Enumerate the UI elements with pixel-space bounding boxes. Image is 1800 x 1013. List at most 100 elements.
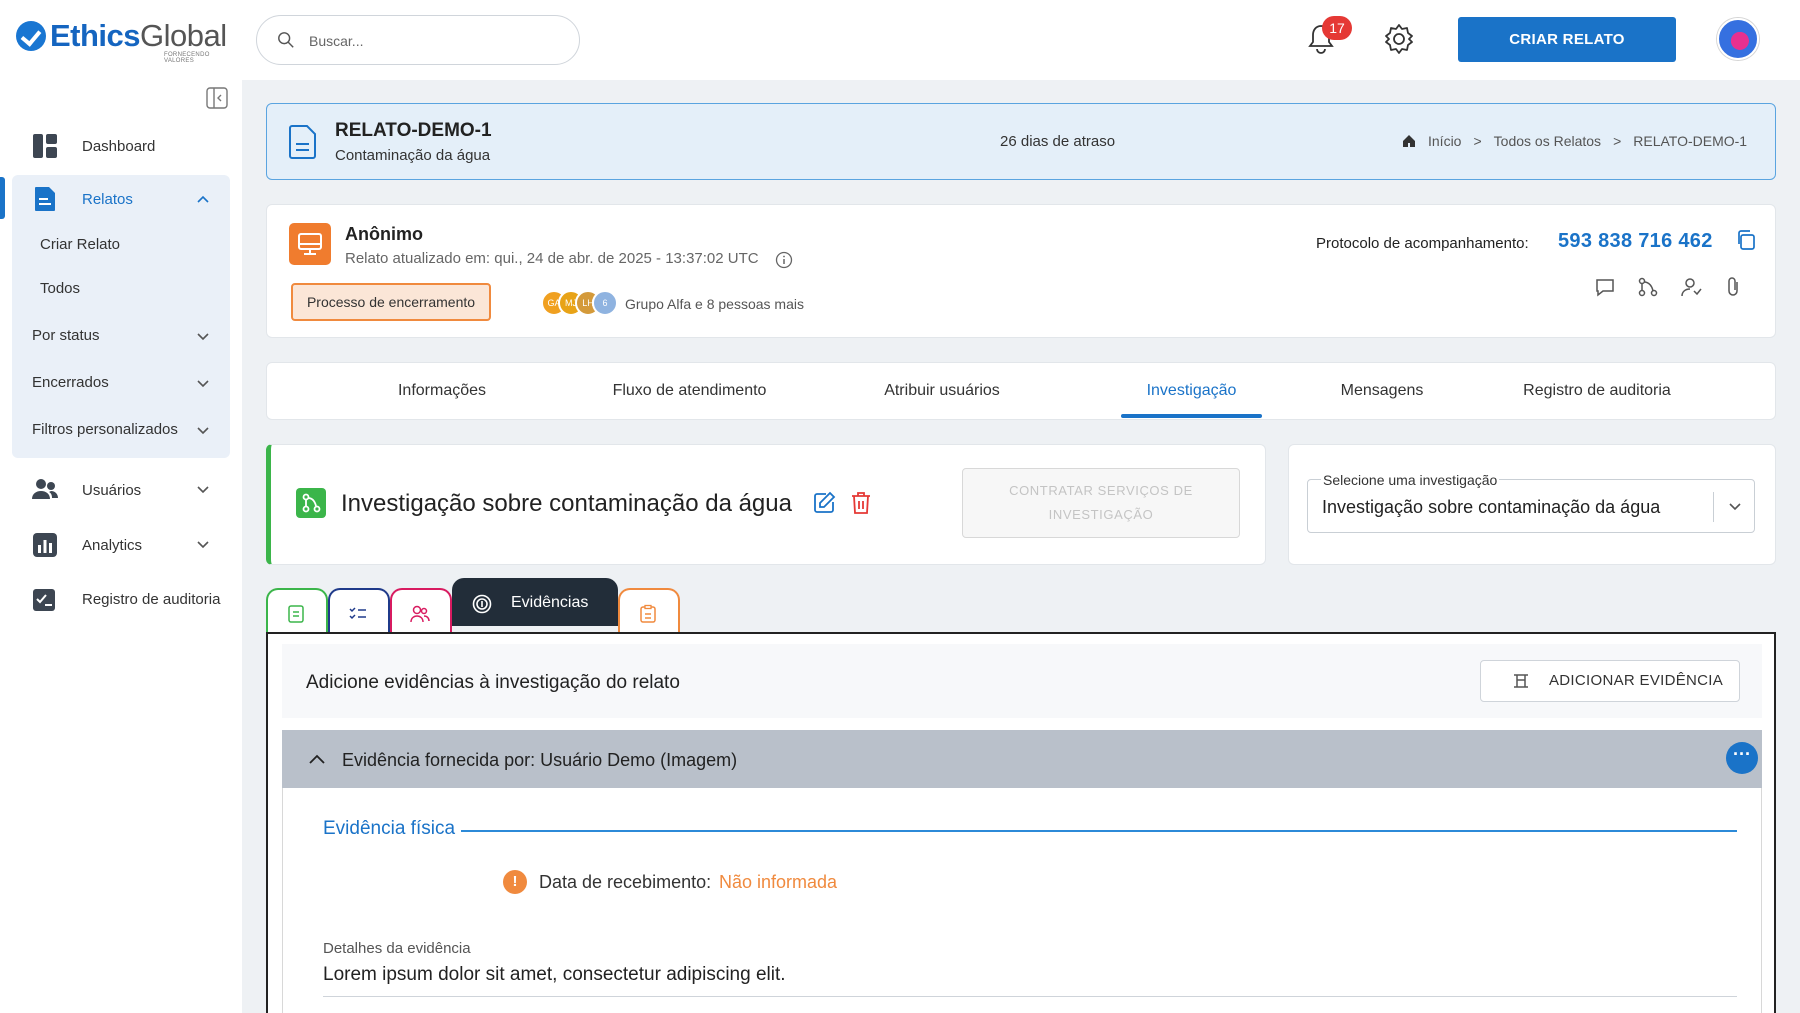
logo-tagline: FORNECENDO VALORES [164,52,210,64]
logo-text: EthicsGlobal [50,18,227,53]
add-evidence-label: ADICIONAR EVIDÊNCIA [1549,672,1724,689]
sidebar-item-create-report[interactable]: Criar Relato [40,236,120,253]
breadcrumb-current: RELATO-DEMO-1 [1633,133,1748,149]
reporter-card: Anônimo Relato atualizado em: qui., 24 d… [266,204,1776,338]
section-divider [461,830,1737,832]
clipboard-icon [640,604,656,623]
tab-investigacao[interactable]: Investigação [1121,363,1262,419]
report-tabs: Informações Fluxo de atendimento Atribui… [266,362,1776,420]
tab-informacoes[interactable]: Informações [347,363,537,419]
search-input[interactable] [309,28,559,54]
top-bar: EthicsGlobal FORNECENDO VALORES 17 CRIAR… [0,0,1800,80]
sidebar-item-dashboard[interactable]: Dashboard [0,124,242,168]
trash-icon[interactable] [850,491,872,515]
select-label: Selecione uma investigação [1321,472,1500,488]
analytics-icon [33,533,57,557]
sidebar-item-all[interactable]: Todos [40,280,80,297]
chevron-up-icon [197,195,209,203]
subtab-evidencias-label: Evidências [511,594,589,611]
chevron-down-icon [1729,503,1741,511]
details-value: Lorem ipsum dolor sit amet, consectetur … [323,964,786,985]
attachment-icon[interactable] [1723,276,1745,298]
tab-registro-auditoria[interactable]: Registro de auditoria [1497,363,1697,419]
protocol-value: 593 838 716 462 [1558,230,1713,252]
report-id: RELATO-DEMO-1 [335,120,492,141]
breadcrumb: Início > Todos os Relatos > RELATO-DEMO-… [1402,133,1747,149]
warning-icon: ! [503,870,527,894]
details-underline [323,996,1737,997]
chevron-down-icon [197,541,209,549]
dashboard-icon [33,134,57,158]
logo-check-icon [16,21,46,51]
user-avatar[interactable] [1717,18,1759,60]
subtab-people[interactable] [390,588,452,634]
investigation-select-card: Investigação sobre contaminação da água … [1288,444,1776,565]
more-options-icon[interactable]: ··· [1726,742,1758,774]
sidebar-group-by-status[interactable]: Por status [32,327,100,344]
workflow-icon[interactable] [1637,276,1659,298]
reports-icon [35,187,55,211]
sidebar-group-closed[interactable]: Encerrados [32,374,109,391]
protocol-label: Protocolo de acompanhamento: [1316,235,1529,252]
checklist-icon [349,607,366,620]
delay-text: 26 dias de atraso [1000,133,1116,150]
evidence-accordion-header[interactable]: Evidência fornecida por: Usuário Demo (I… [282,730,1762,788]
assignee-avatars[interactable]: GA MJ LH 6 [541,290,618,316]
details-label: Detalhes da evidência [323,940,471,957]
sidebar-label: Analytics [82,536,143,554]
breadcrumb-home[interactable]: Início [1428,133,1461,149]
chevron-up-icon[interactable] [308,752,326,766]
users-icon [32,479,58,499]
chat-icon[interactable] [1594,276,1616,298]
accordion-title: Evidência fornecida por: Usuário Demo (I… [342,750,738,770]
document-icon [289,125,316,159]
assign-user-icon[interactable] [1680,276,1702,298]
copy-icon[interactable] [1735,229,1757,251]
tab-atribuir[interactable]: Atribuir usuários [842,363,1042,419]
edit-icon[interactable] [812,491,836,515]
group-text: Grupo Alfa e 8 pessoas mais [625,296,804,312]
investigation-title: Investigação sobre contaminação da água [341,490,792,517]
home-icon[interactable] [1402,134,1416,148]
settings-gear-icon[interactable] [1382,22,1416,56]
received-date-label: Data de recebimento: [539,872,712,892]
sidebar-item-reports[interactable]: Relatos [0,177,242,221]
people-icon [410,605,430,623]
tab-fluxo[interactable]: Fluxo de atendimento [577,363,802,419]
breadcrumb-all-reports[interactable]: Todos os Relatos [1494,133,1601,149]
sidebar-label: Registro de auditoria [82,590,221,608]
create-report-button[interactable]: CRIAR RELATO [1458,17,1676,62]
reporter-name: Anônimo [345,224,423,244]
evidence-panel: Adicione evidências à investigação do re… [266,632,1776,1013]
collapse-sidebar-icon[interactable] [206,87,228,109]
sidebar-label: Usuários [82,481,142,499]
subtab-summary[interactable] [266,588,328,634]
summary-doc-icon [288,605,304,623]
evidence-heading: Adicione evidências à investigação do re… [306,672,680,693]
info-icon[interactable] [775,251,793,269]
subtab-checklist[interactable] [328,588,390,634]
received-date-value: Não informada [719,872,838,892]
chevron-down-icon[interactable] [196,330,210,344]
sidebar-item-users[interactable]: Usuários [0,468,242,512]
search-icon [278,32,294,48]
sidebar-item-analytics[interactable]: Analytics [0,523,242,567]
chevron-down-icon[interactable] [196,377,210,391]
notifications-badge: 17 [1322,16,1352,40]
search-box[interactable] [256,15,580,65]
section-title: Evidência física [323,818,456,839]
add-evidence-button[interactable]: ADICIONAR EVIDÊNCIA [1480,660,1740,702]
tab-mensagens[interactable]: Mensagens [1307,363,1457,419]
anonymous-computer-icon [289,223,331,265]
sidebar-group-custom-filters[interactable]: Filtros personalizados [32,421,178,438]
subtab-evidencias[interactable]: Evidências [452,578,618,626]
sidebar-item-audit[interactable]: Registro de auditoria [0,577,242,621]
status-button[interactable]: Processo de encerramento [291,283,491,321]
chevron-down-icon[interactable] [196,424,210,438]
chevron-down-icon [197,486,209,494]
subtab-report[interactable] [618,588,680,634]
avatar-more-count: 6 [592,290,618,316]
contract-investigation-button[interactable]: CONTRATAR SERVIÇOS DE INVESTIGAÇÃO [962,468,1240,538]
evidence-accordion-body: Evidência física ! Data de recebimento: … [282,788,1762,1013]
ethicsglobal-logo[interactable]: EthicsGlobal FORNECENDO VALORES [16,18,227,64]
